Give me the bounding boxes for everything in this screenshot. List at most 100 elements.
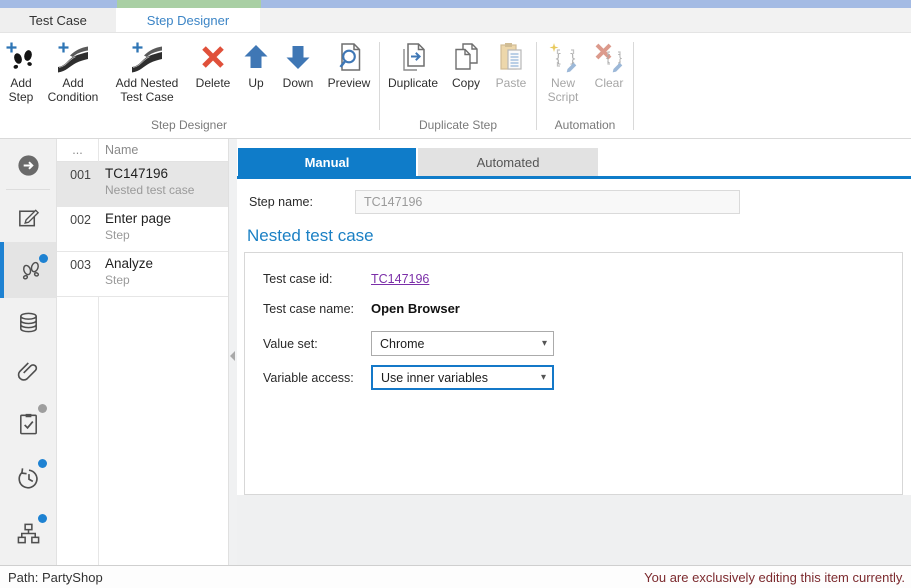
test-case-id-link[interactable]: TC147196 [371,272,429,286]
add-step-button[interactable]: Add Step [2,38,40,116]
tab-automated[interactable]: Automated [418,148,598,176]
nested-test-case-box: Test case id: TC147196 Test case name: O… [244,252,903,495]
sidebar-item-checklist[interactable] [0,396,56,451]
ribbon-button-label: Down [283,76,314,90]
left-icon-sidebar [0,139,57,565]
ribbon-group-automation: { } New Script { } Clear Autom [538,38,632,138]
ribbon-group-label: Automation [538,116,632,138]
step-number: 001 [57,162,98,206]
new-script-button: { } New Script [540,38,586,116]
merge-plus-icon [131,41,163,73]
preview-button[interactable]: Preview [322,38,376,116]
clear-script-button: { } Clear [588,38,630,116]
notification-dot [38,404,47,413]
field-label: Test case name: [263,302,371,316]
field-label: Test case id: [263,272,371,286]
tab-label: Manual [305,155,350,170]
panel-splitter[interactable] [229,139,237,565]
delete-button[interactable]: Delete [190,38,236,116]
tab-label: Step Designer [147,13,229,28]
field-row-variable-access: Variable access: Use inner variables ▾ [263,365,902,390]
tab-manual[interactable]: Manual [238,148,416,176]
sidebar-item-hierarchy[interactable] [0,506,56,561]
ribbon-separator [536,42,537,130]
sidebar-separator [6,189,50,190]
chevron-down-icon: ▾ [541,372,546,383]
edit-pencil-icon [16,205,41,230]
editing-status-text: You are exclusively editing this item cu… [644,570,905,585]
up-button[interactable]: Up [238,38,274,116]
clipboard-check-icon [16,411,41,436]
ribbon-toolbar: Add Step Add Condition [0,33,911,139]
duplicate-button[interactable]: Duplicate [383,38,443,116]
active-tab-highlight-strip [117,0,261,8]
tab-test-case[interactable]: Test Case [0,8,116,32]
sidebar-item-attachments[interactable] [0,347,56,396]
step-title: Analyze [105,256,153,271]
notification-dot [38,514,47,523]
step-list-panel: ... Name 001 TC147196 Nested test case 0… [57,139,229,565]
tab-label: Automated [477,155,540,170]
column-header-dots[interactable]: ... [57,143,98,157]
arrow-down-icon [282,41,314,73]
field-label: Variable access: [263,371,371,385]
add-nested-test-case-button[interactable]: Add Nested Test Case [106,38,188,116]
sidebar-item-steps[interactable] [0,242,56,298]
footsteps-plus-icon [5,41,37,73]
sidebar-item-go-to[interactable] [0,144,56,186]
step-number: 003 [57,252,98,296]
section-heading: Nested test case [247,226,911,246]
notification-dot [38,459,47,468]
field-row-value-set: Value set: Chrome ▾ [263,331,902,356]
step-subtitle: Nested test case [105,183,194,197]
sidebar-item-edit[interactable] [0,193,56,242]
ribbon-button-label: Copy [452,76,480,90]
manual-automated-tab-bar: Manual Automated [238,148,911,176]
duplicate-doc-arrow-icon [397,41,429,73]
copy-button[interactable]: Copy [445,38,487,116]
value-set-dropdown[interactable]: Chrome ▾ [371,331,554,356]
ribbon-separator [633,42,634,130]
ribbon-group-label: Step Designer [0,116,378,138]
window-tab-bar: Test Case Step Designer [0,8,911,33]
ribbon-button-label: Clear [595,76,624,90]
tab-underline [237,176,911,179]
preview-doc-magnifier-icon [333,41,365,73]
history-clock-icon [16,466,41,491]
ribbon-button-label: Add Condition [42,76,104,104]
ribbon-separator [379,42,380,130]
ribbon-button-label: New Script [540,76,586,104]
field-row-test-case-name: Test case name: Open Browser [263,298,902,319]
sidebar-item-data[interactable] [0,298,56,347]
window-top-strip [0,0,911,8]
tab-label: Test Case [29,13,87,28]
collapse-panel-arrow-icon[interactable] [230,351,235,361]
variable-access-dropdown[interactable]: Use inner variables ▾ [371,365,554,390]
down-button[interactable]: Down [276,38,320,116]
tab-step-designer[interactable]: Step Designer [116,8,260,32]
ribbon-button-label: Duplicate [388,76,438,90]
step-row-3[interactable]: 003 Analyze Step [57,252,228,297]
step-detail-panel: Manual Automated Step name: Nested test … [237,139,911,565]
delete-x-icon [197,41,229,73]
arrow-up-icon [240,41,272,73]
clear-script-x-icon: { } [593,41,625,73]
column-header-name[interactable]: Name [98,143,138,157]
step-row-2[interactable]: 002 Enter page Step [57,207,228,252]
step-name-label: Step name: [249,195,355,209]
chevron-down-icon: ▾ [542,338,547,349]
field-row-test-case-id: Test case id: TC147196 [263,268,902,289]
step-row-1[interactable]: 001 TC147196 Nested test case [57,162,228,207]
add-condition-button[interactable]: Add Condition [42,38,104,116]
ribbon-button-label: Preview [328,76,371,90]
path-status-text: Path: PartyShop [8,570,103,585]
notification-dot [39,254,48,263]
status-bar: Path: PartyShop You are exclusively edit… [0,565,911,588]
sidebar-item-history[interactable] [0,451,56,506]
go-to-arrow-icon [16,153,41,178]
paste-clipboard-icon [495,41,527,73]
ribbon-button-label: Add Nested Test Case [106,76,188,104]
copy-docs-icon [450,41,482,73]
hierarchy-icon [16,521,41,546]
paste-button: Paste [489,38,533,116]
